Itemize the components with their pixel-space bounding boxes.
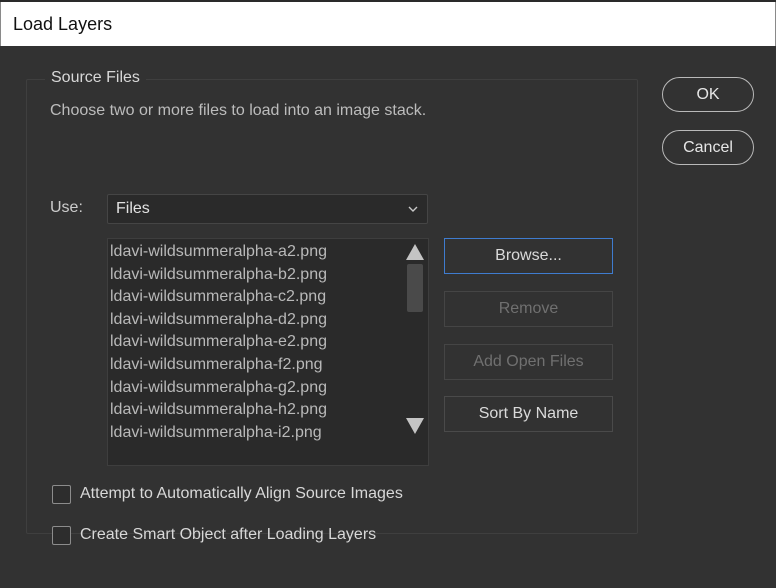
- smart-object-label: Create Smart Object after Loading Layers: [80, 526, 377, 543]
- list-item[interactable]: ldavi-wildsummeralpha-d2.png: [110, 309, 327, 332]
- ok-button[interactable]: OK: [662, 77, 754, 112]
- dialog-body: Source Files Choose two or more files to…: [0, 46, 776, 588]
- list-item[interactable]: ldavi-wildsummeralpha-f2.png: [110, 354, 327, 377]
- list-item[interactable]: ldavi-wildsummeralpha-i2.png: [110, 422, 327, 445]
- cancel-button[interactable]: Cancel: [662, 130, 754, 165]
- use-dropdown-value: Files: [116, 200, 150, 217]
- title-bar: Load Layers: [0, 2, 776, 46]
- list-item[interactable]: ldavi-wildsummeralpha-a2.png: [110, 241, 327, 264]
- source-files-legend: Source Files: [45, 69, 146, 87]
- add-open-files-button[interactable]: Add Open Files: [444, 344, 613, 380]
- list-item[interactable]: ldavi-wildsummeralpha-b2.png: [110, 264, 327, 287]
- list-item[interactable]: ldavi-wildsummeralpha-c2.png: [110, 286, 327, 309]
- list-item[interactable]: ldavi-wildsummeralpha-e2.png: [110, 331, 327, 354]
- smart-object-checkbox[interactable]: [52, 526, 71, 545]
- list-item[interactable]: ldavi-wildsummeralpha-h2.png: [110, 399, 327, 422]
- browse-button[interactable]: Browse...: [444, 238, 613, 274]
- use-label: Use:: [50, 199, 83, 216]
- auto-align-label: Attempt to Automatically Align Source Im…: [80, 485, 403, 502]
- triangle-up-icon[interactable]: [405, 243, 425, 261]
- use-dropdown[interactable]: Files: [107, 194, 428, 224]
- file-list[interactable]: ldavi-wildsummeralpha-a2.png ldavi-wildsu…: [107, 238, 429, 466]
- file-list-scrollbar[interactable]: [402, 239, 428, 465]
- scrollbar-thumb[interactable]: [407, 264, 423, 312]
- window-title: Load Layers: [13, 14, 113, 34]
- auto-align-checkbox[interactable]: [52, 485, 71, 504]
- list-item[interactable]: ldavi-wildsummeralpha-g2.png: [110, 377, 327, 400]
- file-list-items: ldavi-wildsummeralpha-a2.png ldavi-wildsu…: [110, 241, 327, 444]
- remove-button[interactable]: Remove: [444, 291, 613, 327]
- triangle-down-icon[interactable]: [405, 417, 425, 435]
- chevron-down-icon: [408, 206, 418, 212]
- source-files-description: Choose two or more files to load into an…: [50, 102, 427, 119]
- sort-by-name-button[interactable]: Sort By Name: [444, 396, 613, 432]
